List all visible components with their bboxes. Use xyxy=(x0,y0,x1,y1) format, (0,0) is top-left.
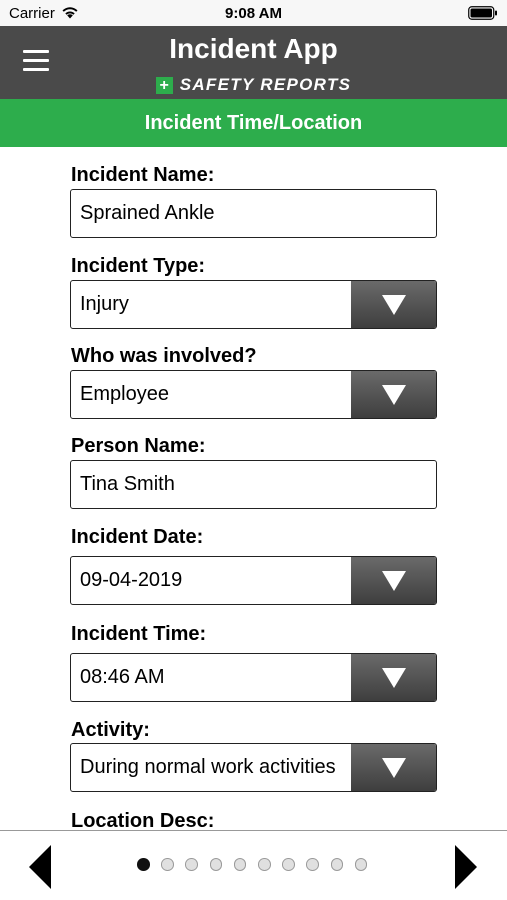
page-dot[interactable] xyxy=(306,858,319,871)
incident-date-value: 09-04-2019 xyxy=(80,569,183,591)
page-dot[interactable] xyxy=(137,858,150,871)
status-time: 9:08 AM xyxy=(225,5,282,22)
activity-label: Activity: xyxy=(71,719,150,741)
who-involved-label: Who was involved? xyxy=(71,345,257,367)
page-dot[interactable] xyxy=(185,858,198,871)
dropdown-arrow-icon[interactable] xyxy=(351,281,436,328)
incident-type-label: Incident Type: xyxy=(71,255,206,277)
incident-name-input[interactable]: Sprained Ankle xyxy=(70,189,437,238)
page-dot[interactable] xyxy=(257,858,271,871)
page-dot[interactable] xyxy=(354,858,368,871)
incident-name-label: Incident Name: xyxy=(71,164,215,186)
who-involved-value: Employee xyxy=(80,383,169,405)
dropdown-arrow-icon[interactable] xyxy=(351,744,436,791)
incident-date-select[interactable]: 09-04-2019 xyxy=(70,556,437,605)
activity-select[interactable]: During normal work activities xyxy=(70,743,437,792)
section-title: Incident Time/Location xyxy=(0,99,507,147)
location-desc-label: Location Desc: xyxy=(71,810,215,830)
page-dot[interactable] xyxy=(233,858,247,871)
page-dot[interactable] xyxy=(282,858,295,871)
plus-icon: + xyxy=(155,76,173,94)
app-subtitle: SAFETY REPORTS xyxy=(179,75,352,94)
incident-type-value: Injury xyxy=(80,293,129,315)
incident-form: Incident Name: Sprained Ankle Incident T… xyxy=(0,147,507,830)
page-dot[interactable] xyxy=(209,858,223,871)
status-bar: Carrier 9:08 AM xyxy=(0,0,507,26)
app-header: Incident App + SAFETY REPORTS xyxy=(0,26,507,99)
incident-time-label: Incident Time: xyxy=(71,623,207,645)
page-indicator xyxy=(137,858,368,872)
person-name-input[interactable]: Tina Smith xyxy=(70,460,437,509)
incident-time-value: 08:46 AM xyxy=(80,666,165,688)
battery-icon xyxy=(468,6,497,20)
chevron-right-icon[interactable] xyxy=(453,843,479,891)
incident-date-label: Incident Date: xyxy=(71,526,204,548)
dropdown-arrow-icon[interactable] xyxy=(351,654,436,701)
dropdown-arrow-icon[interactable] xyxy=(351,557,436,604)
dropdown-arrow-icon[interactable] xyxy=(351,371,436,418)
app-title: Incident App xyxy=(169,33,338,64)
page-dot[interactable] xyxy=(161,858,174,871)
incident-type-select[interactable]: Injury xyxy=(70,280,437,329)
person-name-label: Person Name: xyxy=(71,435,206,457)
pagination-bar xyxy=(0,830,507,900)
activity-value: During normal work activities xyxy=(80,756,336,778)
page-dot[interactable] xyxy=(330,858,344,871)
incident-time-select[interactable]: 08:46 AM xyxy=(70,653,437,702)
app-subtitle-row: + SAFETY REPORTS xyxy=(0,75,507,95)
chevron-left-icon[interactable] xyxy=(27,843,53,891)
who-involved-select[interactable]: Employee xyxy=(70,370,437,419)
